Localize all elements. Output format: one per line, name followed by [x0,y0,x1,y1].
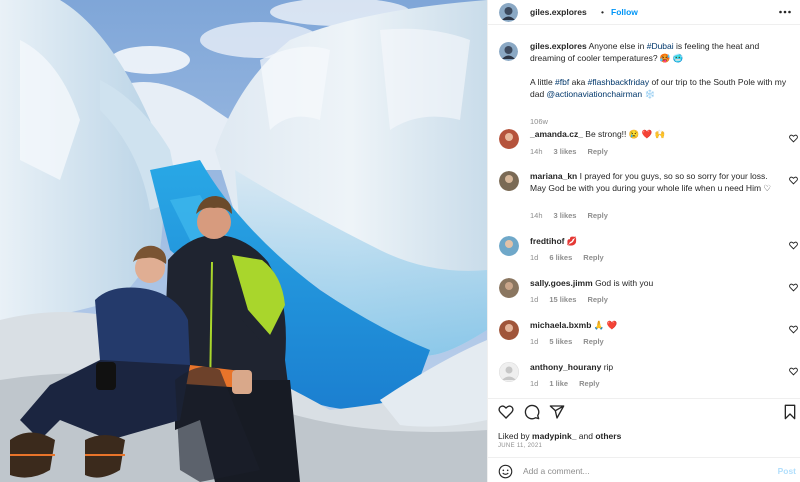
author-avatar[interactable] [499,3,518,22]
commenter-avatar[interactable] [499,129,519,149]
comment-likes[interactable]: 15 likes [549,295,576,304]
caption-part: aka [569,77,588,87]
comment-meta: 14h 3 likes Reply [530,147,619,156]
comment-text: fredtihof 💋 [530,235,778,247]
comment-bubble-icon[interactable] [524,404,540,420]
comment-input[interactable] [523,462,763,480]
comment-time[interactable]: 1d [530,337,538,346]
commenter-avatar[interactable] [499,236,519,256]
liked-by-prefix: Liked by [498,431,533,441]
photo-image [0,0,487,482]
comment-username[interactable]: _amanda.cz_ [530,129,583,139]
post-header: giles.explores • Follow [488,0,800,25]
comment-meta: 1d 15 likes Reply [530,295,619,304]
commenter-avatar[interactable] [499,320,519,340]
liked-by-others[interactable]: others [595,431,621,441]
post-photo[interactable] [0,0,487,482]
comment-text: mariana_kn I prayed for you guys, so so … [530,170,778,194]
mention-link[interactable]: @actionaviationchairman [547,89,643,99]
like-heart-icon[interactable] [498,404,514,420]
post-actions: Liked by madypink_ and others JUNE 11, 2… [488,398,800,482]
author-username[interactable]: giles.explores [530,7,587,17]
comment-time[interactable]: 1d [530,379,538,388]
caption-text: giles.explores Anyone else in #Dubai is … [530,40,792,100]
comment-username[interactable]: mariana_kn [530,171,577,181]
reply-button[interactable]: Reply [583,337,603,346]
reply-button[interactable]: Reply [587,211,607,220]
follow-button[interactable]: Follow [611,7,638,17]
reply-button[interactable]: Reply [583,253,603,262]
reply-button[interactable]: Reply [579,379,599,388]
comment-meta: 1d 6 likes Reply [530,253,615,262]
reply-button[interactable]: Reply [587,147,607,156]
comment-likes[interactable]: 3 likes [554,147,577,156]
reply-button[interactable]: Reply [587,295,607,304]
comment-body: 🙏 ❤️ [593,320,618,330]
comment-time[interactable]: 14h [530,147,543,156]
comment-meta: 1d 5 likes Reply [530,337,615,346]
caption-timestamp[interactable]: 106w [530,117,548,126]
hashtag-link[interactable]: #flashbackfriday [588,77,649,87]
heart-icon[interactable] [789,241,798,250]
liked-by-and: and [576,431,596,441]
comment-username[interactable]: sally.goes.jimm [530,278,593,288]
comment-text: anthony_hourany rip [530,361,778,373]
caption-avatar[interactable] [499,42,518,61]
liked-by-text: Liked by madypink_ and others [498,431,621,441]
comment-body: Be strong!! 😢 ❤️ 🙌 [585,129,666,139]
comment-username[interactable]: michaela.bxmb [530,320,591,330]
comment-text: michaela.bxmb 🙏 ❤️ [530,319,778,331]
commenter-avatar[interactable] [499,171,519,191]
comment-body: rip [603,362,614,372]
share-send-icon[interactable] [549,404,565,420]
hashtag-link[interactable]: #fbf [555,77,569,87]
comment-username[interactable]: anthony_hourany [530,362,601,372]
comment-text: sally.goes.jimm God is with you [530,277,778,289]
comment-likes[interactable]: 6 likes [549,253,572,262]
more-options-icon[interactable] [778,5,792,19]
heart-icon[interactable] [789,325,798,334]
comment-body: 💋 [566,236,578,246]
comment-likes[interactable]: 1 like [549,379,568,388]
bookmark-icon[interactable] [782,404,798,420]
post-dialog: giles.explores • Follow giles.explores A… [0,0,800,482]
comment-username[interactable]: fredtihof [530,236,564,246]
comment-likes[interactable]: 5 likes [549,337,572,346]
comment-likes[interactable]: 3 likes [554,211,577,220]
add-comment-bar: Post [488,457,800,482]
commenter-avatar[interactable] [499,278,519,298]
caption-part: Anyone else in [586,41,647,51]
comments-scroll-area[interactable]: giles.explores Anyone else in #Dubai is … [488,26,800,398]
heart-icon[interactable] [789,176,798,185]
hashtag-link[interactable]: #Dubai [647,41,674,51]
comment-body: God is with you [595,278,654,288]
comment-time[interactable]: 14h [530,211,543,220]
heart-icon[interactable] [789,367,798,376]
comment-meta: 14h 3 likes Reply [530,211,619,220]
caption-part: ❄️ [642,89,656,99]
caption-username[interactable]: giles.explores [530,41,587,51]
heart-icon[interactable] [789,283,798,292]
comment-meta: 1d 1 like Reply [530,379,611,388]
comment-time[interactable]: 1d [530,295,538,304]
emoji-smiley-icon[interactable] [498,464,513,479]
comment-text: _amanda.cz_ Be strong!! 😢 ❤️ 🙌 [530,128,778,140]
post-date[interactable]: JUNE 11, 2021 [498,443,542,449]
liked-by-user[interactable]: madypink_ [532,431,576,441]
separator-dot: • [601,7,604,17]
commenter-avatar[interactable] [499,362,519,382]
heart-icon[interactable] [789,134,798,143]
post-side-panel: giles.explores • Follow giles.explores A… [487,0,800,482]
post-comment-button[interactable]: Post [778,466,796,476]
caption-part: A little [530,77,556,87]
comment-time[interactable]: 1d [530,253,538,262]
